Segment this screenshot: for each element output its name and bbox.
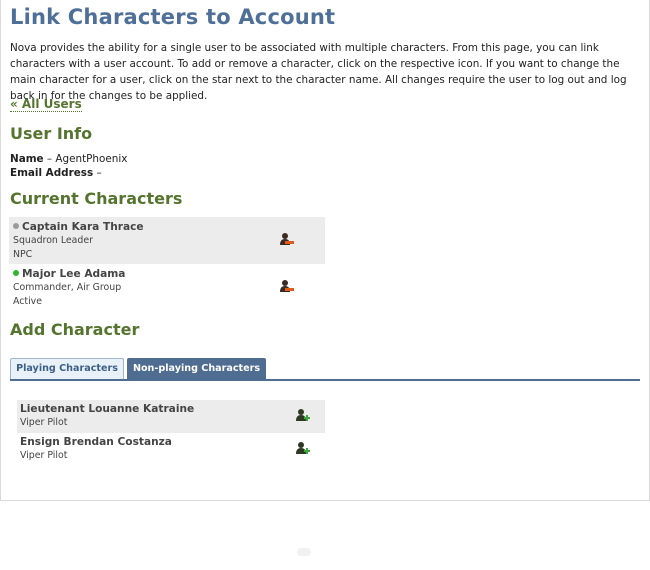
available-character-row: Ensign Brendan Costanza Viper Pilot	[17, 433, 325, 466]
character-status: NPC	[13, 248, 33, 260]
current-character-row: Major Lee Adama Commander, Air Group Act…	[9, 264, 325, 311]
status-dot-icon	[13, 270, 19, 276]
user-info-heading: User Info	[10, 124, 93, 143]
character-name: Lieutenant Louanne Katraine	[20, 403, 195, 415]
character-status: Active	[13, 295, 42, 307]
tab-divider	[10, 379, 640, 381]
character-name: Major Lee Adama	[13, 268, 321, 281]
email-value: –	[96, 167, 102, 179]
reflection-icon	[297, 548, 311, 556]
character-position: Squadron Leader	[13, 235, 93, 246]
name-value: – AgentPhoenix	[46, 153, 128, 165]
current-characters-heading: Current Characters	[10, 189, 183, 208]
email-label: Email Address	[10, 167, 94, 179]
add-character-heading: Add Character	[10, 320, 140, 339]
page-title: Link Characters to Account	[10, 5, 336, 29]
add-user-icon[interactable]	[295, 408, 311, 422]
current-character-row: Captain Kara Thrace Squadron Leader NPC	[9, 217, 325, 264]
user-email-line: Email Address –	[10, 167, 102, 179]
add-user-icon[interactable]	[295, 441, 311, 455]
name-label: Name	[10, 153, 44, 165]
character-name: Ensign Brendan Costanza	[20, 436, 172, 448]
main-panel: Link Characters to Account Nova provides…	[0, 0, 650, 501]
available-character-row: Lieutenant Louanne Katraine Viper Pilot	[17, 400, 325, 433]
all-users-link[interactable]: « All Users	[10, 98, 82, 112]
character-name: Captain Kara Thrace	[13, 221, 321, 234]
character-position: Viper Pilot	[20, 450, 68, 461]
remove-user-icon[interactable]	[279, 279, 295, 293]
character-position: Viper Pilot	[20, 417, 68, 428]
intro-text: Nova provides the ability for a single u…	[10, 42, 627, 102]
user-name-line: Name – AgentPhoenix	[10, 153, 127, 165]
remove-user-icon[interactable]	[279, 232, 295, 246]
character-position: Commander, Air Group	[13, 282, 122, 293]
tab-playing-characters[interactable]: Playing Characters	[10, 358, 124, 379]
tab-non-playing-characters[interactable]: Non-playing Characters	[127, 358, 266, 379]
status-dot-icon	[13, 223, 19, 229]
page-reflection	[0, 502, 650, 570]
